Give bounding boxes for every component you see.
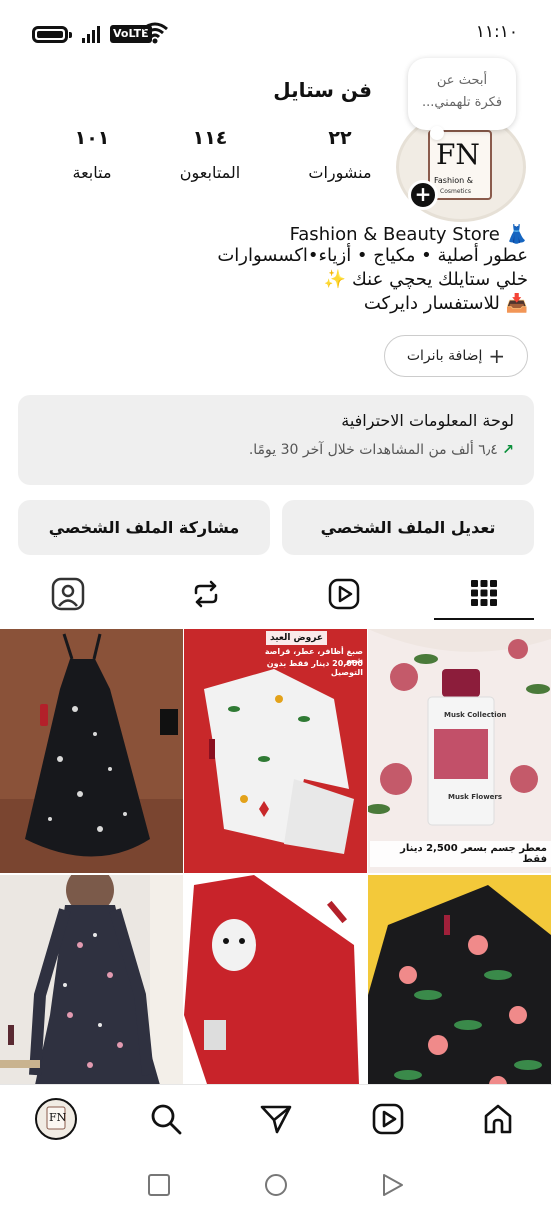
tab-grid[interactable]	[434, 568, 534, 620]
signal-icon	[82, 26, 104, 43]
nav-home[interactable]	[476, 1097, 520, 1141]
stat-following-count: ١٠١	[74, 127, 110, 149]
stat-followers-label: المتابعون	[179, 163, 241, 182]
trend-up-icon: ↗	[502, 442, 514, 458]
bottle-label: Musk Collection	[444, 711, 507, 719]
add-banners-label: إضافة بانرات	[406, 348, 483, 364]
repost-icon	[194, 580, 218, 608]
post-tile[interactable]	[0, 629, 183, 873]
nav-profile[interactable]: FN	[34, 1097, 78, 1141]
nav-search[interactable]	[144, 1097, 188, 1141]
svg-text:FN: FN	[49, 1111, 67, 1124]
stat-following-label: متابعة	[72, 163, 112, 182]
dashboard-title: لوحة المعلومات الاحترافية	[341, 411, 514, 430]
plus-icon: +	[488, 344, 506, 368]
recent-apps-icon[interactable]	[148, 1174, 170, 1196]
bio-line-3: خلي ستايلك يحچي عنك ✨	[323, 269, 528, 290]
avatar-icon: FN	[35, 1098, 77, 1140]
profile-username[interactable]: فن ستايل	[273, 78, 372, 102]
floral-dress-image	[368, 885, 551, 1119]
bottom-nav: FN	[0, 1084, 552, 1154]
post-caption: معطر جسم بسعر 2,500 دينار فقط	[370, 841, 551, 867]
home-icon	[484, 1104, 512, 1134]
note-line-2: فكرة تلهمني...	[421, 95, 503, 110]
stat-following[interactable]: ١٠١ متابعة	[52, 127, 132, 182]
perfume-image	[368, 629, 551, 873]
tab-reels[interactable]	[294, 568, 394, 620]
bio-line-1: Fashion & Beauty Store 👗	[289, 224, 528, 245]
avatar-logo: FN Fashion & Cosmetics	[428, 130, 492, 200]
edit-profile-button[interactable]: تعديل الملف الشخصي	[282, 500, 534, 555]
post-caption-line3: 20,000 دينار فقط بدون التوصيل	[266, 659, 363, 677]
add-banners-button[interactable]: + إضافة بانرات	[384, 335, 528, 377]
system-nav-bar	[0, 1154, 552, 1214]
dashboard-subtitle: ↗ ٦٫٤ ألف من المشاهدات خلال آخر 30 يومًا…	[38, 442, 514, 458]
bio-line-2: عطور أصلية • مكياج • أزياء•اكسسوارات	[217, 245, 528, 266]
back-triangle-icon[interactable]	[382, 1173, 404, 1197]
logo-line1: Fashion &	[434, 176, 473, 185]
status-bar: VoLTE ١١:١٠	[0, 0, 552, 66]
add-story-plus-icon[interactable]: +	[408, 180, 438, 210]
reels-icon	[328, 578, 360, 610]
clock: ١١:١٠	[475, 22, 518, 42]
stat-posts[interactable]: ٢٢ منشورات	[300, 127, 380, 182]
note-line-1: أبحث عن	[436, 73, 488, 88]
nav-messages[interactable]	[254, 1097, 298, 1141]
bio-line-4: 📥 للاستفسار دايركت	[363, 293, 528, 314]
stat-followers-count: ١١٤	[192, 127, 228, 149]
stat-posts-count: ٢٢	[328, 127, 352, 149]
grid-icon	[471, 580, 497, 606]
post-tile[interactable]: عروض العيد صبغ أظافر، عطر، قراصة شعر 20,…	[184, 629, 367, 873]
logo-line2: Cosmetics	[440, 188, 471, 195]
dashboard-views: ٦٫٤ ألف من المشاهدات خلال آخر 30 يومًا.	[248, 442, 498, 458]
search-icon	[151, 1104, 182, 1135]
dress-image	[0, 633, 183, 873]
stat-followers[interactable]: ١١٤ المتابعون	[170, 127, 250, 182]
reels-icon	[372, 1103, 404, 1135]
stat-posts-label: منشورات	[308, 163, 372, 182]
wifi-icon	[142, 22, 168, 44]
note-bubble[interactable]: أبحث عن فكرة تلهمني...	[408, 58, 516, 140]
bottle-name: Musk Flowers	[448, 793, 503, 801]
send-icon	[260, 1105, 292, 1134]
tab-tagged[interactable]	[18, 568, 118, 620]
home-circle-icon[interactable]	[264, 1173, 288, 1197]
post-tile[interactable]	[0, 875, 183, 1119]
share-profile-button[interactable]: مشاركة الملف الشخصي	[18, 500, 270, 555]
professional-dashboard[interactable]: لوحة المعلومات الاحترافية ↗ ٦٫٤ ألف من ا…	[18, 395, 534, 485]
unicorn-dress-image	[0, 875, 183, 1119]
post-caption: عروض العيد	[266, 631, 327, 645]
red-nightgown-image	[184, 875, 359, 1105]
tagged-person-icon	[51, 577, 85, 611]
logo-initials: FN	[436, 138, 480, 171]
tab-reposts[interactable]	[156, 568, 256, 620]
post-tile[interactable]: Musk Collection Musk Flowers معطر جسم بس…	[368, 629, 551, 873]
battery-icon	[32, 26, 72, 43]
post-tile[interactable]	[184, 875, 367, 1119]
nav-reels[interactable]	[366, 1097, 410, 1141]
post-tile[interactable]	[368, 875, 551, 1119]
